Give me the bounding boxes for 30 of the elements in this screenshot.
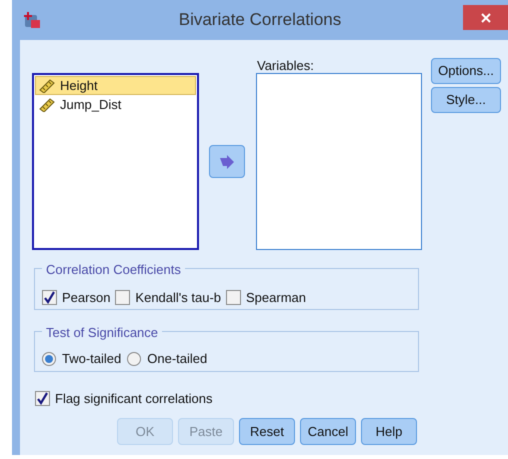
list-item[interactable]: Jump_Dist xyxy=(35,95,196,114)
app-icon xyxy=(22,10,42,30)
dialog-button[interactable]: Help xyxy=(361,418,417,445)
checkbox-label: Pearson xyxy=(62,289,110,307)
checkbox[interactable] xyxy=(226,290,242,306)
checkbox-label: Kendall's tau-b xyxy=(135,289,222,307)
source-variable-list[interactable]: Height Jump_Dist xyxy=(32,73,199,250)
close-button[interactable] xyxy=(463,5,508,30)
radio-label: Two-tailed xyxy=(62,350,122,368)
radio-label: One-tailed xyxy=(147,350,208,368)
checkbox[interactable] xyxy=(115,290,130,306)
radio-button[interactable] xyxy=(42,352,56,366)
checkbox[interactable] xyxy=(42,290,57,306)
checkbox[interactable] xyxy=(35,391,50,406)
checkbox-label: Spearman xyxy=(246,289,306,307)
checkbox-label: Flag significant correlations xyxy=(55,390,213,408)
variables-list[interactable] xyxy=(256,73,422,250)
dialog-button[interactable]: Reset xyxy=(239,418,295,445)
radio-button[interactable] xyxy=(127,352,142,366)
dialog-button[interactable]: Options... xyxy=(431,58,501,84)
variables-label: Variables: xyxy=(257,57,314,75)
close-icon xyxy=(480,12,490,22)
move-right-button[interactable] xyxy=(209,145,245,178)
arrow-right-icon xyxy=(219,154,235,168)
dialog-button[interactable]: Style... xyxy=(431,87,501,113)
ruler-icon xyxy=(39,98,55,112)
window-title: Bivariate Correlations xyxy=(178,9,342,32)
dialog-button[interactable]: Cancel xyxy=(300,418,356,445)
list-item[interactable]: Height xyxy=(35,76,196,95)
ruler-icon xyxy=(39,78,55,92)
